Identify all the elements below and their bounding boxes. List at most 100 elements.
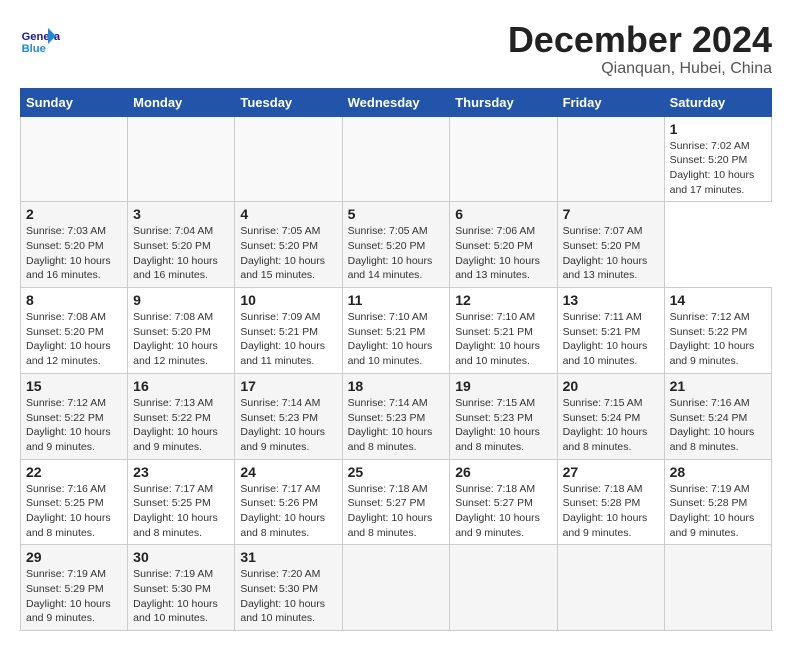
day-info: Sunrise: 7:10 AMSunset: 5:21 PMDaylight:… bbox=[348, 310, 445, 369]
day-number: 1 bbox=[670, 121, 766, 137]
day-info: Sunrise: 7:19 AMSunset: 5:28 PMDaylight:… bbox=[670, 482, 766, 541]
day-number: 14 bbox=[670, 292, 766, 308]
daylight: Daylight: 10 hours and 9 minutes. bbox=[26, 598, 111, 625]
day-number: 18 bbox=[348, 378, 445, 394]
sunrise: Sunrise: 7:09 AM bbox=[240, 311, 320, 323]
sunrise: Sunrise: 7:10 AM bbox=[455, 311, 535, 323]
calendar-cell bbox=[450, 545, 557, 631]
calendar-cell: 21Sunrise: 7:16 AMSunset: 5:24 PMDayligh… bbox=[664, 373, 771, 459]
day-number: 23 bbox=[133, 464, 229, 480]
day-number: 7 bbox=[563, 206, 659, 222]
day-number: 25 bbox=[348, 464, 445, 480]
header-sunday: Sunday bbox=[21, 88, 128, 116]
calendar-cell bbox=[342, 116, 450, 202]
calendar-week-5: 29Sunrise: 7:19 AMSunset: 5:29 PMDayligh… bbox=[21, 545, 772, 631]
calendar-cell: 22Sunrise: 7:16 AMSunset: 5:25 PMDayligh… bbox=[21, 459, 128, 545]
day-info: Sunrise: 7:14 AMSunset: 5:23 PMDaylight:… bbox=[348, 396, 445, 455]
day-info: Sunrise: 7:12 AMSunset: 5:22 PMDaylight:… bbox=[670, 310, 766, 369]
header-friday: Friday bbox=[557, 88, 664, 116]
calendar-cell: 19Sunrise: 7:15 AMSunset: 5:23 PMDayligh… bbox=[450, 373, 557, 459]
sunset: Sunset: 5:22 PM bbox=[26, 412, 104, 424]
calendar-cell bbox=[342, 545, 450, 631]
sunset: Sunset: 5:21 PM bbox=[348, 326, 426, 338]
sunset: Sunset: 5:29 PM bbox=[26, 583, 104, 595]
daylight: Daylight: 10 hours and 10 minutes. bbox=[563, 340, 648, 367]
calendar-cell bbox=[664, 545, 771, 631]
daylight: Daylight: 10 hours and 9 minutes. bbox=[455, 512, 540, 539]
calendar-cell: 23Sunrise: 7:17 AMSunset: 5:25 PMDayligh… bbox=[128, 459, 235, 545]
sunrise: Sunrise: 7:15 AM bbox=[455, 397, 535, 409]
calendar-cell bbox=[235, 116, 342, 202]
sunset: Sunset: 5:20 PM bbox=[455, 240, 533, 252]
calendar-cell: 28 Sunrise: 7:19 AMSunset: 5:28 PMDayligh… bbox=[664, 459, 771, 545]
day-number: 17 bbox=[240, 378, 336, 394]
daylight: Daylight: 10 hours and 14 minutes. bbox=[348, 255, 433, 282]
daylight: Daylight: 10 hours and 17 minutes. bbox=[670, 169, 755, 196]
daylight: Daylight: 10 hours and 16 minutes. bbox=[133, 255, 218, 282]
daylight: Daylight: 10 hours and 8 minutes. bbox=[26, 512, 111, 539]
day-number: 4 bbox=[240, 206, 336, 222]
day-number: 27 bbox=[563, 464, 659, 480]
daylight: Daylight: 10 hours and 10 minutes. bbox=[240, 598, 325, 625]
calendar-cell: 24Sunrise: 7:17 AMSunset: 5:26 PMDayligh… bbox=[235, 459, 342, 545]
sunrise: Sunrise: 7:06 AM bbox=[455, 225, 535, 237]
day-number: 24 bbox=[240, 464, 336, 480]
daylight: Daylight: 10 hours and 9 minutes. bbox=[133, 426, 218, 453]
daylight: Daylight: 10 hours and 12 minutes. bbox=[133, 340, 218, 367]
calendar-cell: 9Sunrise: 7:08 AMSunset: 5:20 PMDaylight… bbox=[128, 288, 235, 374]
sunrise: Sunrise: 7:04 AM bbox=[133, 225, 213, 237]
day-number: 13 bbox=[563, 292, 659, 308]
sunrise: Sunrise: 7:13 AM bbox=[133, 397, 213, 409]
day-number: 11 bbox=[348, 292, 445, 308]
calendar-table: Sunday Monday Tuesday Wednesday Thursday… bbox=[20, 88, 772, 632]
daylight: Daylight: 10 hours and 13 minutes. bbox=[455, 255, 540, 282]
sunset: Sunset: 5:20 PM bbox=[240, 240, 318, 252]
calendar-cell: 3Sunrise: 7:04 AMSunset: 5:20 PMDaylight… bbox=[128, 202, 235, 288]
day-info: Sunrise: 7:03 AMSunset: 5:20 PMDaylight:… bbox=[26, 224, 122, 283]
day-info: Sunrise: 7:05 AM Sunset: 5:20 PM Daylight:… bbox=[348, 224, 445, 283]
calendar-week-1: 2Sunrise: 7:03 AMSunset: 5:20 PMDaylight… bbox=[21, 202, 772, 288]
daylight: Daylight: 10 hours and 9 minutes. bbox=[26, 426, 111, 453]
day-info: Sunrise: 7:06 AM Sunset: 5:20 PM Daylight:… bbox=[455, 224, 551, 283]
sunrise: Sunrise: 7:18 AM bbox=[348, 483, 428, 495]
daylight: Daylight: 10 hours and 10 minutes. bbox=[455, 340, 540, 367]
sunset: Sunset: 5:20 PM bbox=[670, 154, 748, 166]
sunrise: Sunrise: 7:05 AM bbox=[348, 225, 428, 237]
daylight: Daylight: 10 hours and 8 minutes. bbox=[133, 512, 218, 539]
sunrise: Sunrise: 7:12 AM bbox=[670, 311, 750, 323]
sunset: Sunset: 5:21 PM bbox=[455, 326, 533, 338]
location: Qianquan, Hubei, China bbox=[508, 60, 772, 78]
day-number: 26 bbox=[455, 464, 551, 480]
sunset: Sunset: 5:25 PM bbox=[26, 497, 104, 509]
daylight: Daylight: 10 hours and 8 minutes. bbox=[348, 512, 433, 539]
sunrise: Sunrise: 7:05 AM bbox=[240, 225, 320, 237]
calendar-cell: 27Sunrise: 7:18 AMSunset: 5:28 PMDayligh… bbox=[557, 459, 664, 545]
calendar-week-2: 8 Sunrise: 7:08 AM Sunset: 5:20 PM Daylight… bbox=[21, 288, 772, 374]
day-info: Sunrise: 7:04 AMSunset: 5:20 PMDaylight:… bbox=[133, 224, 229, 283]
sunrise: Sunrise: 7:08 AM bbox=[26, 311, 106, 323]
sunset: Sunset: 5:21 PM bbox=[563, 326, 641, 338]
sunset: Sunset: 5:27 PM bbox=[455, 497, 533, 509]
daylight: Daylight: 10 hours and 9 minutes. bbox=[240, 426, 325, 453]
calendar-cell: 7Sunrise: 7:07 AMSunset: 5:20 PMDaylight… bbox=[557, 202, 664, 288]
day-number: 16 bbox=[133, 378, 229, 394]
day-info: Sunrise: 7:08 AMSunset: 5:20 PMDaylight:… bbox=[26, 310, 122, 369]
day-info: Sunrise: 7:20 AMSunset: 5:30 PMDaylight:… bbox=[240, 567, 336, 626]
calendar-cell: 20Sunrise: 7:15 AMSunset: 5:24 PMDayligh… bbox=[557, 373, 664, 459]
calendar-cell bbox=[21, 116, 128, 202]
sunset: Sunset: 5:20 PM bbox=[26, 326, 104, 338]
day-number: 28 bbox=[670, 464, 766, 480]
calendar-cell: 26Sunrise: 7:18 AMSunset: 5:27 PMDayligh… bbox=[450, 459, 557, 545]
day-number: 8 bbox=[26, 292, 122, 308]
day-number: 9 bbox=[133, 292, 229, 308]
calendar-week-0: 1 Sunrise: 7:02 AMSunset: 5:20 PMDaylight… bbox=[21, 116, 772, 202]
sunset: Sunset: 5:23 PM bbox=[348, 412, 426, 424]
svg-text:Blue: Blue bbox=[22, 43, 46, 55]
sunset: Sunset: 5:20 PM bbox=[348, 240, 426, 252]
sunrise: Sunrise: 7:18 AM bbox=[563, 483, 643, 495]
daylight: Daylight: 10 hours and 9 minutes. bbox=[670, 340, 755, 367]
sunrise: Sunrise: 7:14 AM bbox=[240, 397, 320, 409]
sunrise: Sunrise: 7:12 AM bbox=[26, 397, 106, 409]
day-info: Sunrise: 7:02 AMSunset: 5:20 PMDaylight:… bbox=[670, 139, 766, 198]
sunset: Sunset: 5:23 PM bbox=[455, 412, 533, 424]
